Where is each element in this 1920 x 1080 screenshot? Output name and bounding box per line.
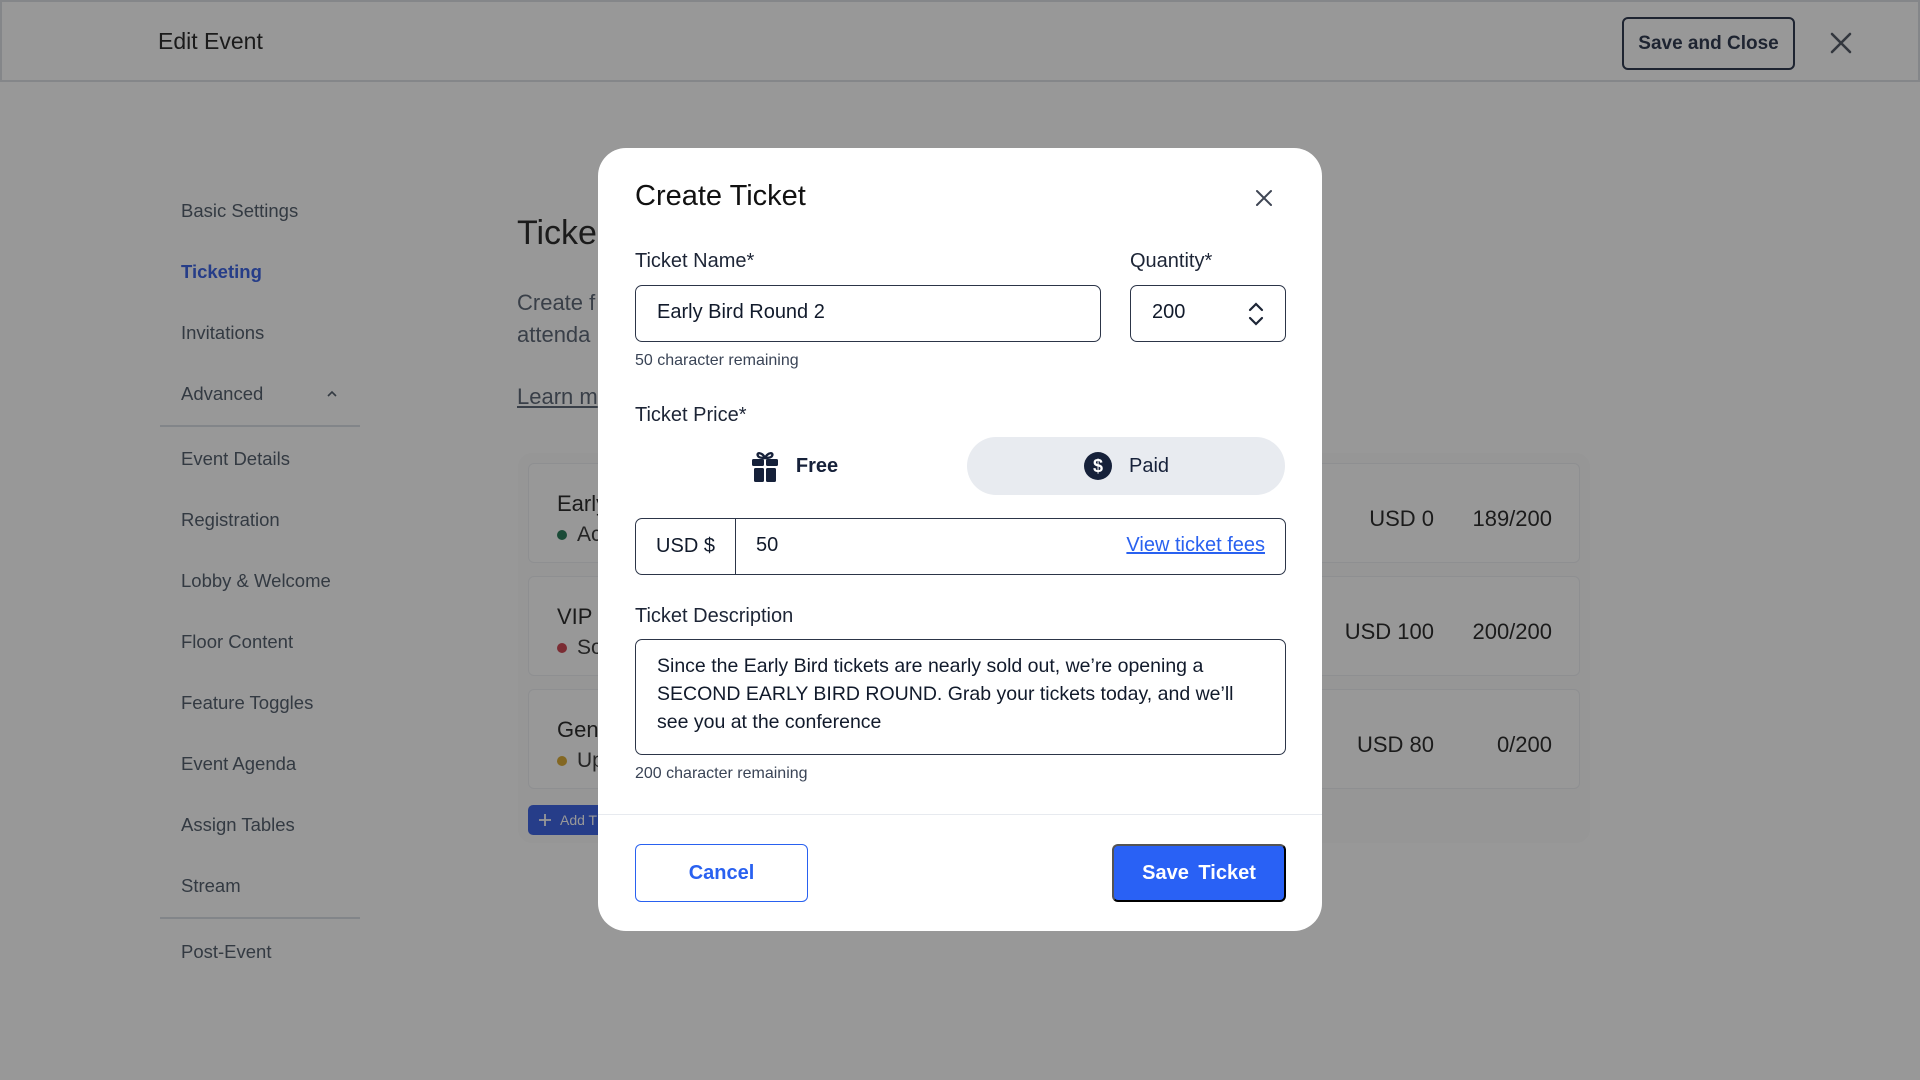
ticket-name-input[interactable]: Early Bird Round 2: [635, 285, 1101, 342]
ticket-price-label: Ticket Price*: [635, 404, 747, 426]
free-label: Free: [795, 454, 839, 477]
ticket-name-label: Ticket Name*: [635, 250, 755, 272]
paid-label: Paid: [1128, 454, 1170, 477]
quantity-value: 200: [1152, 301, 1186, 323]
stepper-arrows-icon[interactable]: [1246, 300, 1266, 328]
currency-select[interactable]: USD $: [636, 519, 736, 574]
create-ticket-modal: Create Ticket Ticket Name* Early Bird Ro…: [598, 148, 1322, 931]
quantity-label: Quantity*: [1130, 250, 1213, 272]
close-icon[interactable]: [1252, 186, 1276, 210]
price-input-group: USD $ 50 View ticket fees: [635, 518, 1286, 575]
view-ticket-fees-link[interactable]: View ticket fees: [1126, 534, 1265, 557]
dollar-circle-icon: $: [1083, 452, 1112, 480]
ticket-description-value: Since the Early Bird tickets are nearly …: [657, 655, 1234, 733]
ticket-description-label: Ticket Description: [635, 605, 794, 627]
modal-footer-divider: [598, 814, 1322, 815]
gift-icon: [751, 452, 778, 482]
price-option-free[interactable]: Free: [635, 437, 953, 495]
svg-text:$: $: [1093, 456, 1103, 476]
quantity-stepper[interactable]: 200: [1130, 285, 1286, 342]
price-input[interactable]: 50: [756, 534, 778, 557]
ticket-name-value: Early Bird Round 2: [657, 301, 825, 323]
ticket-description-textarea[interactable]: Since the Early Bird tickets are nearly …: [635, 639, 1286, 755]
price-option-paid[interactable]: $ Paid: [967, 437, 1285, 495]
save-ticket-button[interactable]: Save Ticket: [1112, 844, 1286, 902]
cancel-button[interactable]: Cancel: [635, 844, 808, 902]
modal-title: Create Ticket: [635, 180, 806, 212]
ticket-name-hint: 50 character remaining: [635, 352, 799, 369]
price-type-toggle: Free $ Paid: [635, 437, 1285, 495]
ticket-description-hint: 200 character remaining: [635, 765, 808, 782]
